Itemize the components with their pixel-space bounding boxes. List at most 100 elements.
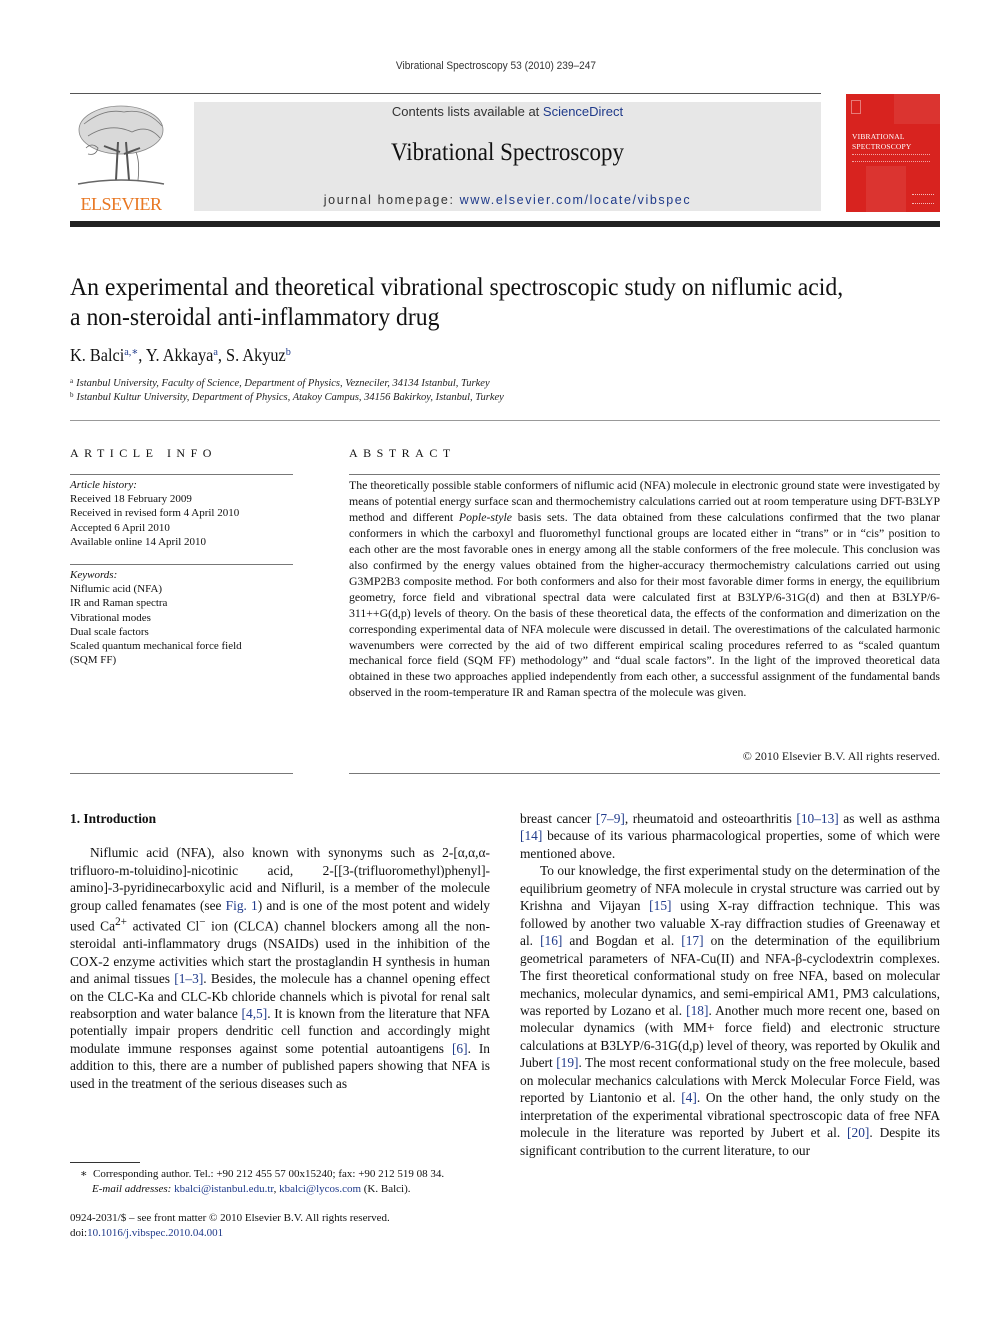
abstract-text-part: basis sets. The data obtained from these… — [349, 509, 940, 700]
sciencedirect-link[interactable]: ScienceDirect — [543, 104, 623, 119]
reference-link[interactable]: [6] — [452, 1041, 468, 1056]
affiliation-mark: a — [70, 377, 74, 385]
cover-decoration — [866, 166, 906, 212]
journal-homepage-line: journal homepage: www.elsevier.com/locat… — [194, 193, 821, 207]
reference-link[interactable]: [18] — [686, 1003, 708, 1018]
reference-link[interactable]: [1–3] — [174, 971, 203, 986]
journal-homepage-link[interactable]: www.elsevier.com/locate/vibspec — [460, 193, 692, 207]
cover-title: VIBRATIONAL SPECTROSCOPY — [852, 132, 912, 152]
affiliation-text: Istanbul University, Faculty of Science,… — [76, 378, 490, 389]
article-info-heading: ARTICLE INFO — [70, 446, 217, 460]
cover-elsevier-icon — [851, 100, 861, 114]
text-run: , rheumatoid and osteoarthritis — [624, 811, 797, 826]
elsevier-tree-icon — [77, 105, 165, 185]
cover-title-line2: SPECTROSCOPY — [852, 142, 912, 151]
journal-cover-thumbnail[interactable]: VIBRATIONAL SPECTROSCOPY — [846, 94, 940, 212]
issn-line: 0924-2031/$ – see front matter © 2010 El… — [70, 1212, 390, 1224]
history-item: Received 18 February 2009 — [70, 493, 192, 506]
keywords-rule — [70, 564, 293, 565]
text-run: activated Cl — [126, 918, 200, 934]
abstract-text: The theoretically possible stable confor… — [349, 478, 940, 701]
body-right-column: breast cancer [7–9], rheumatoid and oste… — [520, 810, 940, 1159]
elsevier-wordmark: ELSEVIER — [80, 194, 163, 214]
text-run: because of its various pharmacological p… — [520, 828, 940, 861]
affiliation-text: Istanbul Kultur University, Department o… — [76, 392, 504, 403]
keyword: IR and Raman spectra — [70, 597, 168, 610]
author-affiliation-mark[interactable]: b — [286, 346, 291, 358]
article-history: Article history: Received 18 February 20… — [70, 478, 293, 549]
article-title-line2: a non-steroidal anti-inflammatory drug — [70, 302, 440, 331]
section-heading-introduction: 1. Introduction — [70, 811, 157, 826]
reference-link[interactable]: [16] — [540, 933, 562, 948]
section-divider — [70, 420, 940, 421]
author-affiliation-mark[interactable]: a — [213, 346, 218, 358]
contents-line: Contents lists available at ScienceDirec… — [194, 104, 821, 119]
paragraph: breast cancer [7–9], rheumatoid and oste… — [520, 810, 940, 862]
doi-line: doi:10.1016/j.vibspec.2010.04.001 — [70, 1226, 390, 1241]
reference-link[interactable]: [4] — [681, 1090, 697, 1105]
abstract-text-italic: Pople-style — [458, 509, 512, 524]
abstract-heading: ABSTRACT — [349, 446, 456, 460]
footnote-mark: ∗ — [80, 1168, 88, 1180]
keyword: Niflumic acid (NFA) — [70, 583, 163, 596]
cover-title-line1: VIBRATIONAL — [852, 132, 905, 141]
affiliation: b Istanbul Kultur University, Department … — [70, 391, 504, 403]
keyword: Vibrational modes — [70, 611, 151, 624]
paragraph: Niflumic acid (NFA), also known with syn… — [70, 844, 490, 1092]
reference-link[interactable]: [4,5] — [242, 1006, 268, 1021]
article-title-line1: An experimental and theoretical vibratio… — [70, 272, 844, 301]
reference-link[interactable]: [19] — [556, 1055, 578, 1070]
running-header: Vibrational Spectroscopy 53 (2010) 239–2… — [395, 60, 597, 72]
reference-link[interactable]: [20] — [847, 1125, 869, 1140]
keywords: Keywords: Niflumic acid (NFA) IR and Ram… — [70, 568, 293, 667]
reference-link[interactable]: [10–13] — [796, 811, 838, 826]
email-link[interactable]: kbalci@lycos.com — [279, 1183, 361, 1195]
article-title: An experimental and theoretical vibratio… — [70, 272, 888, 332]
email-suffix: (K. Balci). — [361, 1182, 411, 1195]
contents-prefix: Contents lists available at — [391, 104, 543, 119]
author-list: K. Balcia,∗, Y. Akkayaa, S. Akyuzb — [70, 345, 291, 365]
keyword: Dual scale factors — [70, 625, 149, 638]
journal-masthead: Contents lists available at ScienceDirec… — [194, 102, 821, 211]
affiliation-mark: b — [70, 391, 74, 399]
cover-decoration — [894, 94, 940, 124]
email-link[interactable]: kbalci@istanbul.edu.tr — [174, 1183, 274, 1195]
header-rule — [70, 93, 821, 94]
author-affiliation-mark[interactable]: a,∗ — [124, 346, 138, 358]
figure-link[interactable]: Fig. 1 — [226, 898, 258, 913]
footnote-corresponding: ∗ Corresponding author. Tel.: +90 212 45… — [70, 1167, 510, 1182]
doi-prefix: doi: — [70, 1226, 88, 1239]
article-info-rule — [70, 474, 293, 475]
footnote-rule — [70, 1162, 140, 1163]
reference-link[interactable]: [15] — [649, 898, 671, 913]
abstract-bottom-rule — [349, 773, 940, 774]
keyword: Scaled quantum mechanical force field — [70, 640, 242, 653]
text-run: as well as asthma — [838, 811, 940, 826]
masthead-thick-rule — [70, 221, 940, 227]
article-history-label: Article history: — [70, 479, 137, 491]
author-name: S. Akyuz — [226, 345, 286, 365]
cover-subtitle — [852, 154, 930, 162]
reference-link[interactable]: [17] — [681, 933, 703, 948]
reference-link[interactable]: [7–9] — [596, 811, 625, 826]
author-name: K. Balci — [70, 345, 125, 365]
author-name: Y. Akkaya — [145, 345, 214, 365]
elsevier-logo[interactable]: ELSEVIER — [70, 100, 172, 215]
text-run: breast cancer — [520, 811, 596, 826]
text-run: and Bogdan et al. — [562, 933, 682, 949]
paragraph: To our knowledge, the first experimental… — [520, 862, 940, 1159]
doi-link[interactable]: 10.1016/j.vibspec.2010.04.001 — [87, 1227, 223, 1239]
cover-sciencedirect-mark — [912, 194, 934, 204]
superscript: 2+ — [115, 916, 127, 929]
abstract-rule — [349, 474, 940, 475]
history-item: Received in revised form 4 April 2010 — [70, 507, 240, 520]
homepage-prefix: journal homepage: — [323, 193, 460, 207]
affiliation: a Istanbul University, Faculty of Science… — [70, 377, 490, 389]
footnote: ∗ Corresponding author. Tel.: +90 212 45… — [70, 1167, 510, 1196]
body-left-column: 1. Introduction Niflumic acid (NFA), als… — [70, 810, 490, 1092]
footnote-emails: E-mail addresses: kbalci@istanbul.edu.tr… — [92, 1182, 411, 1195]
journal-title: Vibrational Spectroscopy — [390, 139, 625, 166]
history-item: Available online 14 April 2010 — [70, 535, 207, 548]
email-label: E-mail addresses: — [92, 1182, 172, 1195]
reference-link[interactable]: [14] — [520, 828, 542, 843]
